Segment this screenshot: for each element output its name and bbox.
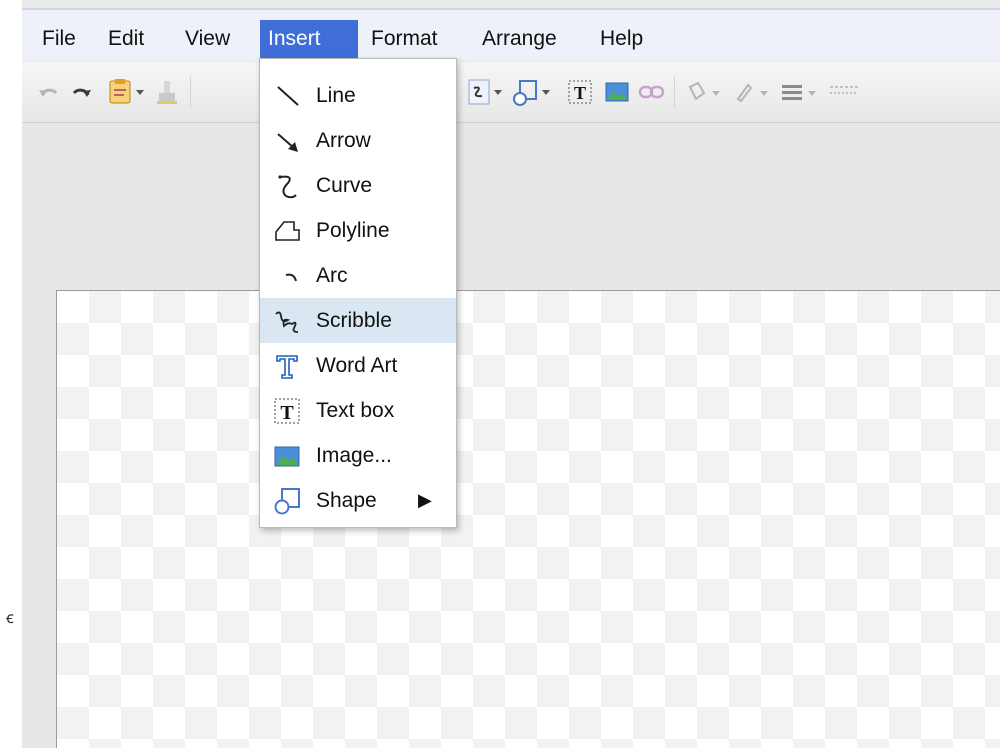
insert-menu-dropdown: Line Arrow Curve Polyline Arc Scribble W…	[259, 58, 457, 528]
undo-icon[interactable]	[36, 78, 62, 106]
menu-item-arrow[interactable]: Arrow	[260, 118, 456, 163]
menu-item-label: Text box	[316, 398, 395, 422]
text-box-icon: T	[270, 394, 304, 428]
toolbar-separator	[674, 76, 675, 108]
line-icon	[270, 79, 304, 113]
paint-format-icon[interactable]	[154, 78, 180, 106]
menu-item-text-box[interactable]: T Text box	[260, 388, 456, 433]
image-icon[interactable]	[604, 78, 630, 106]
left-edge: ꞓ	[0, 0, 22, 748]
line-tool-icon[interactable]	[468, 78, 508, 106]
menu-item-label: Arc	[316, 263, 348, 287]
fill-color-icon[interactable]	[684, 78, 724, 106]
edge-mark: ꞓ	[6, 610, 14, 627]
menu-item-line[interactable]: Line	[260, 73, 456, 118]
polyline-icon	[270, 214, 304, 248]
menu-file[interactable]: File	[34, 20, 84, 60]
menubar: File Edit View Insert Format Arrange Hel…	[22, 8, 1000, 60]
svg-text:T: T	[574, 83, 586, 103]
menu-item-polyline[interactable]: Polyline	[260, 208, 456, 253]
line-dash-icon[interactable]	[828, 78, 864, 106]
menu-item-word-art[interactable]: Word Art	[260, 343, 456, 388]
drawing-canvas[interactable]	[56, 290, 1000, 748]
redo-icon[interactable]	[68, 78, 94, 106]
menu-help[interactable]: Help	[592, 20, 651, 60]
line-weight-icon[interactable]	[780, 78, 820, 106]
arc-icon	[270, 259, 304, 293]
menu-item-arc[interactable]: Arc	[260, 253, 456, 298]
shape-tool-icon[interactable]	[512, 78, 556, 106]
menu-item-label: Curve	[316, 173, 373, 197]
menu-item-label: Shape	[316, 488, 377, 512]
menu-item-shape[interactable]: Shape ▶	[260, 478, 456, 523]
line-color-icon[interactable]	[732, 78, 772, 106]
submenu-arrow-icon: ▶	[418, 490, 432, 510]
shape-icon	[270, 484, 304, 518]
menu-format[interactable]: Format	[363, 20, 446, 60]
menu-item-scribble[interactable]: Scribble	[260, 298, 456, 343]
menu-item-label: Line	[316, 83, 356, 107]
arrow-icon	[270, 124, 304, 158]
word-art-icon	[270, 349, 304, 383]
menu-insert[interactable]: Insert	[260, 20, 358, 60]
link-icon[interactable]	[638, 78, 666, 106]
menu-item-label: Arrow	[316, 128, 371, 152]
toolbar-separator	[190, 76, 191, 108]
image-icon	[270, 439, 304, 473]
text-box-icon[interactable]: T	[566, 78, 594, 106]
menu-item-curve[interactable]: Curve	[260, 163, 456, 208]
toolbar: T	[22, 62, 1000, 123]
menu-view[interactable]: View	[177, 20, 238, 60]
paste-format-icon[interactable]	[106, 78, 146, 106]
menu-item-image[interactable]: Image...	[260, 433, 456, 478]
menu-arrange[interactable]: Arrange	[474, 20, 565, 60]
menu-item-label: Image...	[316, 443, 392, 467]
menu-edit[interactable]: Edit	[100, 20, 152, 60]
menu-item-label: Word Art	[316, 353, 398, 377]
scribble-icon	[270, 304, 304, 338]
svg-text:T: T	[280, 402, 294, 424]
curve-icon	[270, 169, 304, 203]
menu-item-label: Scribble	[316, 308, 392, 332]
menu-item-label: Polyline	[316, 218, 390, 242]
